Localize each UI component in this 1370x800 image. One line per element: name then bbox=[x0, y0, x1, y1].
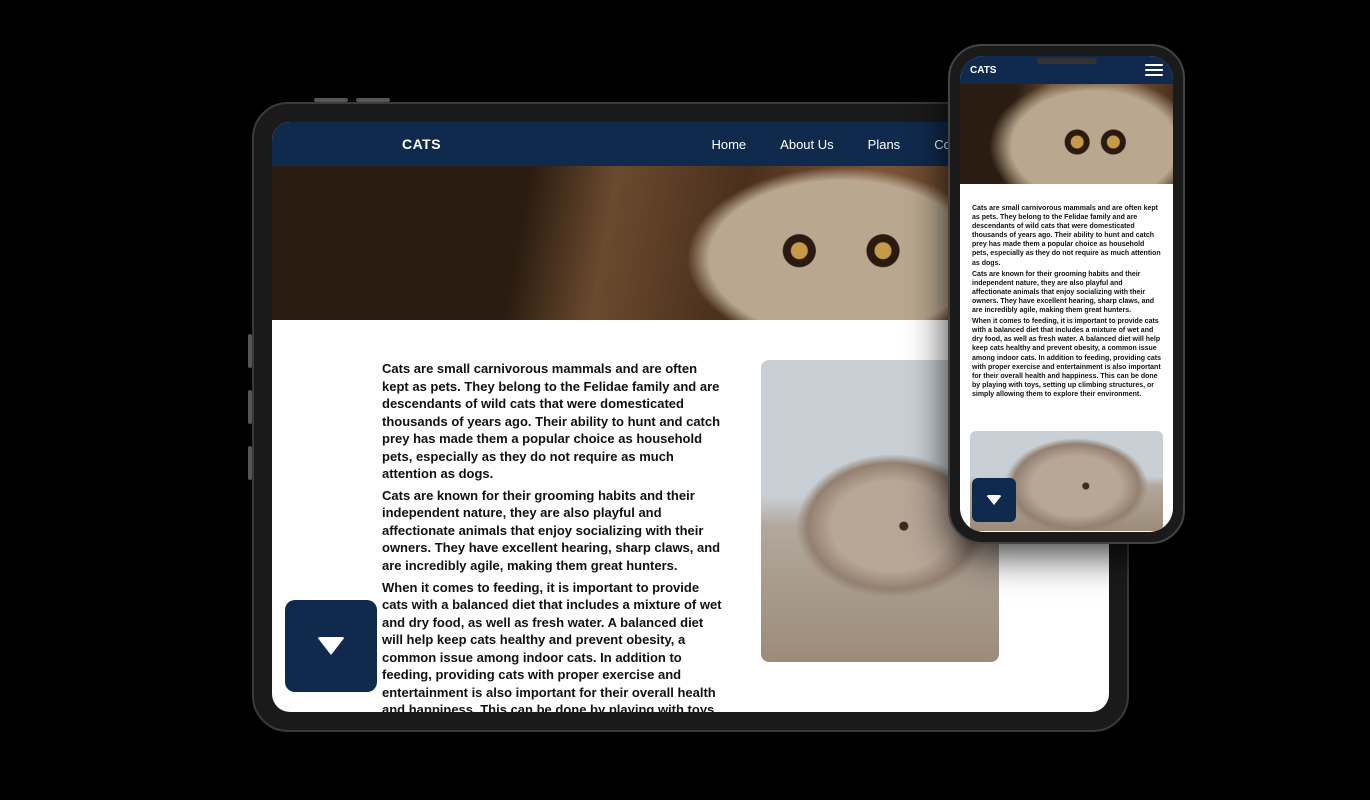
nav-link-plans[interactable]: Plans bbox=[868, 137, 901, 152]
site-logo[interactable]: CATS bbox=[402, 136, 441, 152]
expand-button[interactable] bbox=[285, 600, 377, 692]
phone-screen: CATS Cats are small carnivorous mammals … bbox=[960, 56, 1173, 532]
article-paragraph: Cats are known for their grooming habits… bbox=[972, 270, 1161, 315]
article-paragraph: Cats are known for their grooming habits… bbox=[382, 487, 727, 575]
chevron-down-icon bbox=[317, 637, 345, 655]
chevron-down-icon bbox=[986, 495, 1002, 505]
article-body: Cats are small carnivorous mammals and a… bbox=[960, 184, 1173, 411]
article-paragraph: When it comes to feeding, it is importan… bbox=[972, 317, 1161, 399]
nav-link-about[interactable]: About Us bbox=[780, 137, 833, 152]
nav-link-home[interactable]: Home bbox=[711, 137, 746, 152]
article-paragraph: When it comes to feeding, it is importan… bbox=[382, 579, 727, 712]
article-body: Cats are small carnivorous mammals and a… bbox=[382, 360, 727, 712]
phone-notch bbox=[1037, 58, 1097, 64]
article-paragraph: Cats are small carnivorous mammals and a… bbox=[972, 204, 1161, 268]
hero-image bbox=[960, 84, 1173, 184]
tablet-physical-buttons-top bbox=[314, 98, 390, 102]
article-paragraph: Cats are small carnivorous mammals and a… bbox=[382, 360, 727, 483]
primary-nav: Home About Us Plans Contact bbox=[711, 137, 979, 152]
expand-button[interactable] bbox=[972, 478, 1016, 522]
hamburger-menu-icon[interactable] bbox=[1145, 64, 1163, 76]
tablet-physical-buttons-left bbox=[248, 334, 252, 480]
site-logo[interactable]: CATS bbox=[970, 65, 996, 76]
phone-device-frame: CATS Cats are small carnivorous mammals … bbox=[948, 44, 1185, 544]
